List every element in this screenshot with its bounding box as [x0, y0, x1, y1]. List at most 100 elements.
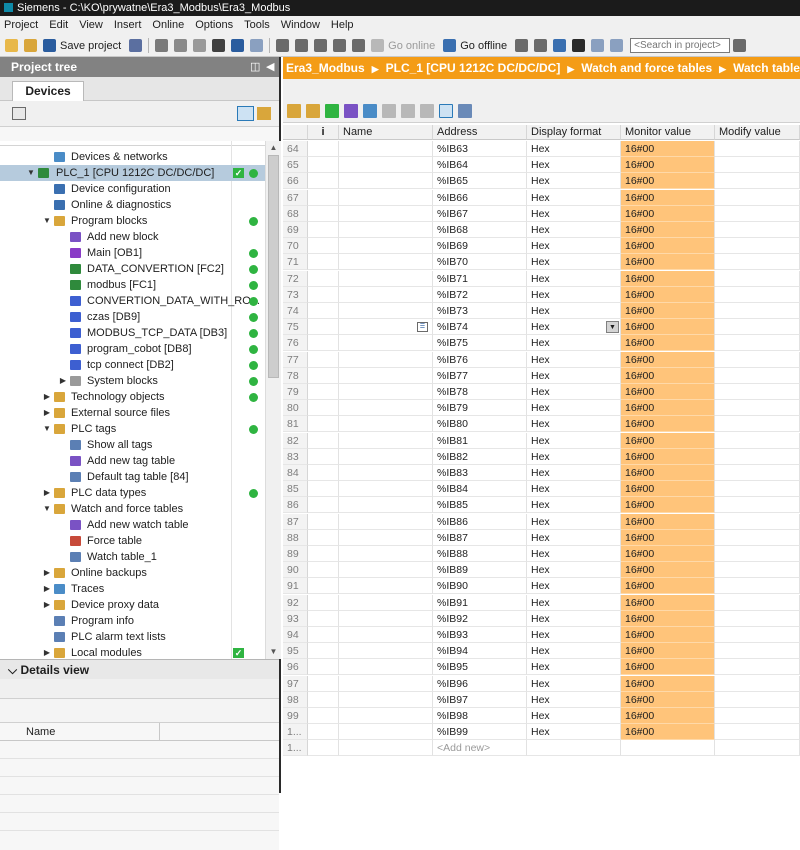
undo-icon[interactable] — [231, 39, 245, 52]
row-name-cell[interactable] — [339, 546, 433, 562]
expand-arrow-icon[interactable]: ▶ — [43, 565, 51, 581]
row-info-cell[interactable] — [308, 335, 339, 352]
row-address-cell[interactable]: %IB85 — [433, 497, 527, 514]
name-select-icon[interactable]: ☰ — [417, 322, 428, 333]
row-address-cell[interactable]: %IB75 — [433, 335, 527, 352]
row-format-cell[interactable]: Hex — [527, 367, 621, 384]
row-modify-cell[interactable] — [715, 173, 800, 190]
table-row[interactable]: 76 %IB75 Hex 16#00 — [283, 335, 800, 352]
row-address-cell[interactable]: %IB64 — [433, 157, 527, 174]
row-monitor-cell[interactable] — [621, 740, 715, 757]
row-modify-cell[interactable] — [715, 594, 800, 611]
row-name-cell[interactable] — [339, 643, 433, 660]
tree-item[interactable]: CONVERTION_DATA_WITH_RO... — [0, 293, 265, 309]
enable-peripheral-icon[interactable] — [363, 104, 377, 118]
row-info-cell[interactable] — [308, 610, 339, 627]
row-name-cell[interactable] — [339, 400, 433, 417]
row-monitor-cell[interactable]: 16#00 — [621, 610, 715, 627]
row-name-cell[interactable] — [339, 238, 433, 255]
scroll-up-icon[interactable]: ▲ — [266, 141, 281, 155]
table-row[interactable]: 89 %IB88 Hex 16#00 — [283, 546, 800, 562]
row-info-cell[interactable] — [308, 141, 339, 157]
tree-item[interactable]: ▶ External source files — [0, 405, 265, 421]
table-row[interactable]: 78 %IB77 Hex 16#00 — [283, 367, 800, 384]
row-name-cell[interactable] — [339, 270, 433, 287]
tree-item[interactable]: Devices & networks — [0, 149, 265, 165]
row-modify-cell[interactable] — [715, 497, 800, 514]
row-modify-cell[interactable] — [715, 189, 800, 206]
row-format-cell[interactable]: Hex — [527, 627, 621, 643]
row-monitor-cell[interactable]: 16#00 — [621, 643, 715, 660]
row-modify-cell[interactable] — [715, 335, 800, 352]
row-address-cell[interactable]: %IB87 — [433, 529, 527, 546]
row-format-cell[interactable]: Hex — [527, 529, 621, 546]
row-info-cell[interactable] — [308, 643, 339, 660]
row-info-cell[interactable] — [308, 254, 339, 271]
new-project-icon[interactable] — [5, 39, 18, 52]
row-name-cell[interactable] — [339, 335, 433, 352]
row-format-cell[interactable]: Hex — [527, 448, 621, 465]
row-address-cell[interactable]: %IB80 — [433, 416, 527, 433]
row-info-cell[interactable] — [308, 740, 339, 757]
row-monitor-cell[interactable]: 16#00 — [621, 205, 715, 222]
row-address-cell[interactable]: %IB95 — [433, 659, 527, 676]
row-modify-cell[interactable] — [715, 529, 800, 546]
row-modify-cell[interactable] — [715, 254, 800, 271]
row-format-cell[interactable]: Hex — [527, 157, 621, 174]
row-modify-cell[interactable] — [715, 222, 800, 238]
table-row[interactable]: 88 %IB87 Hex 16#00 — [283, 529, 800, 546]
row-format-cell[interactable]: Hex — [527, 659, 621, 676]
download-icon[interactable] — [295, 39, 309, 52]
row-info-cell[interactable] — [308, 708, 339, 724]
row-address-cell[interactable]: %IB89 — [433, 562, 527, 579]
table-row[interactable]: 64 %IB63 Hex 16#00 — [283, 141, 800, 157]
row-monitor-cell[interactable]: 16#00 — [621, 659, 715, 676]
cross-reference-icon[interactable] — [534, 39, 548, 52]
row-address-cell[interactable]: %IB71 — [433, 270, 527, 287]
menu-edit[interactable]: Edit — [45, 16, 75, 35]
add-device-icon[interactable] — [257, 107, 271, 120]
monitor-trigger-icon[interactable] — [401, 104, 415, 118]
row-address-cell[interactable]: %IB84 — [433, 481, 527, 498]
row-name-cell[interactable] — [339, 384, 433, 400]
monitor-all-icon[interactable] — [439, 104, 453, 118]
row-monitor-cell[interactable]: 16#00 — [621, 529, 715, 546]
table-row[interactable]: 82 %IB81 Hex 16#00 — [283, 432, 800, 449]
col-header-monitor-value[interactable]: Monitor value — [621, 125, 715, 140]
compile-icon[interactable] — [276, 39, 290, 52]
row-name-cell[interactable] — [339, 205, 433, 222]
row-monitor-cell[interactable]: 16#00 — [621, 173, 715, 190]
table-row[interactable]: 68 %IB67 Hex 16#00 — [283, 205, 800, 222]
row-format-cell[interactable]: Hex — [527, 546, 621, 562]
row-address-cell[interactable]: %IB93 — [433, 627, 527, 643]
row-address-cell[interactable]: %IB94 — [433, 643, 527, 660]
row-modify-cell[interactable] — [715, 416, 800, 433]
tree-item[interactable]: czas [DB9] — [0, 309, 265, 325]
table-row[interactable]: 71 %IB70 Hex 16#00 — [283, 254, 800, 271]
show-all-modify-icon[interactable] — [382, 104, 396, 118]
row-modify-cell[interactable] — [715, 319, 800, 336]
row-format-cell[interactable]: Hex — [527, 675, 621, 692]
table-row[interactable]: 94 %IB93 Hex 16#00 — [283, 627, 800, 643]
row-address-cell[interactable]: %IB65 — [433, 173, 527, 190]
row-address-cell[interactable]: %IB74 — [433, 319, 527, 336]
row-format-cell[interactable] — [527, 740, 621, 757]
row-format-cell[interactable]: Hex — [527, 432, 621, 449]
row-info-cell[interactable] — [308, 724, 339, 741]
row-monitor-cell[interactable]: 16#00 — [621, 481, 715, 498]
row-format-cell[interactable]: Hex — [527, 141, 621, 157]
row-modify-cell[interactable] — [715, 724, 800, 741]
row-format-cell[interactable]: Hex — [527, 416, 621, 433]
row-name-cell[interactable] — [339, 708, 433, 724]
row-format-cell[interactable]: Hex — [527, 481, 621, 498]
row-modify-cell[interactable] — [715, 367, 800, 384]
search-in-project-input[interactable] — [630, 38, 731, 53]
row-name-cell[interactable] — [339, 367, 433, 384]
row-monitor-cell[interactable]: 16#00 — [621, 400, 715, 417]
overview-icon[interactable] — [237, 106, 254, 121]
open-project-icon[interactable] — [24, 39, 37, 52]
breadcrumb-watch-table[interactable]: Watch table_1 — [733, 61, 800, 75]
table-row[interactable]: 72 %IB71 Hex 16#00 — [283, 270, 800, 287]
save-icon[interactable] — [43, 39, 56, 52]
expand-arrow-icon[interactable]: ▶ — [59, 373, 67, 389]
